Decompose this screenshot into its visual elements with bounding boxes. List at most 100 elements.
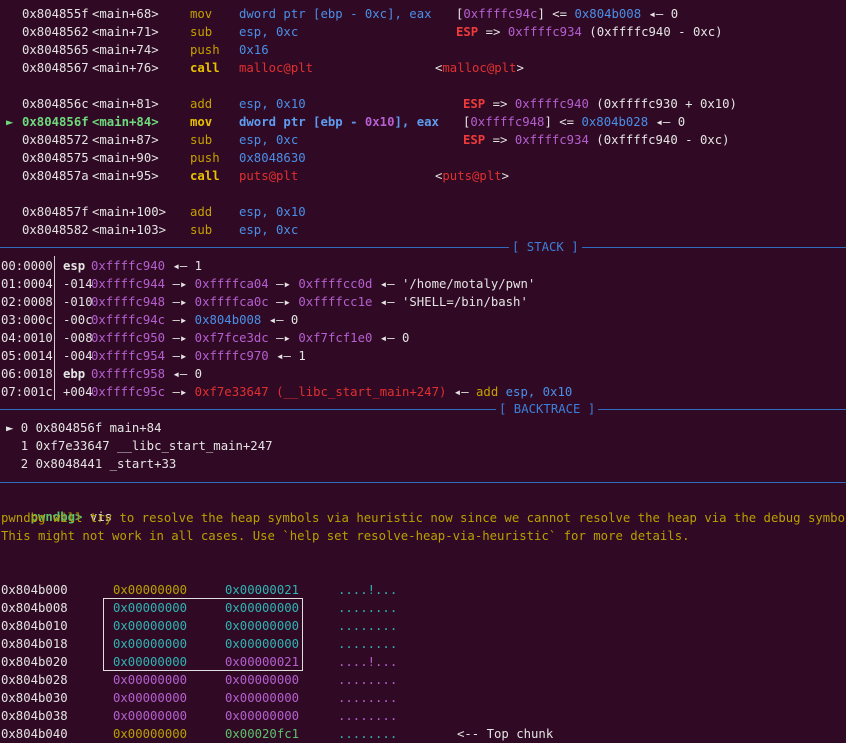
instruction-mnemonic: sub (190, 133, 213, 147)
instruction-comment: ESP => 0xffffc934 (0xffffc940 - 0xc) (463, 131, 730, 149)
stack-row: 07:001c +004 0xffffc95c —▸ 0xf7e33647 (_… (0, 383, 846, 401)
instruction-address: 0x8048575 (22, 151, 89, 165)
stack-chain-segment: ◂— (446, 385, 477, 399)
comment-segment: 0xffffc940 (514, 97, 589, 111)
stack-value: 0xffffc95c —▸ 0xf7e33647 (__libc_start_m… (91, 383, 572, 401)
stack-chain-segment: 0xffffca04 (194, 277, 269, 291)
instruction-symbol: <main+68> (92, 7, 159, 21)
heap-ascii: ....!... (338, 655, 398, 669)
heap-word: 0x00000021 (225, 583, 300, 597)
backtrace-section-title: [ BACKTRACE ] (496, 400, 599, 418)
heap-address: 0x804b040 (1, 727, 68, 741)
stack-chain-segment: 0xffffca0c (194, 295, 269, 309)
heap-address: 0x804b030 (1, 691, 68, 705)
stack-chain-segment: —▸ (165, 295, 195, 309)
instruction-symbol: <main+84> (92, 115, 159, 129)
heap-row: 0x804b000 0x00000000 0x00000021....!... (0, 581, 846, 599)
heap-word: 0x00000000 (225, 691, 300, 705)
instruction-symbol: <main+76> (92, 61, 159, 75)
heap-word: 0x00000000 (113, 637, 188, 651)
heap-word: 0x00000000 (113, 601, 188, 615)
backtrace-frame: 1 0xf7e33647 __libc_start_main+247 (6, 439, 273, 453)
stack-index: 04:0010 (1, 331, 53, 345)
backtrace-end-separator (0, 482, 846, 483)
stack-chain-segment: ◂— 'SHELL=/bin/bash' (372, 295, 528, 309)
comment-segment: (0xffffc940 - 0xc) (581, 25, 723, 39)
heap-ascii: ........ (338, 691, 398, 705)
instruction-symbol: <main+74> (92, 43, 159, 57)
heap-word: 0x00000000 (225, 673, 300, 687)
instruction-operand: dword ptr [ebp - 0x10], eax (239, 115, 439, 129)
comment-segment: => (478, 25, 508, 39)
comment-segment: 0x804b028 (581, 115, 649, 129)
instruction-symbol: <main+103> (92, 223, 167, 237)
stack-row: 06:0018 ebp 0xffffc958 ◂— 0 (0, 365, 846, 383)
instruction-comment: [0xffffc94c] <= 0x804b008 ◂— 0 (456, 5, 678, 23)
stack-value: 0xffffc940 ◂— 1 (91, 257, 202, 275)
disasm-line: 0x8048567 <main+76> call malloc@plt <mal… (0, 59, 846, 77)
stack-index: 07:001c (1, 385, 53, 399)
backtrace-separator (0, 409, 846, 410)
stack-chain-segment: —▸ (165, 313, 195, 327)
instruction-address: 0x8048572 (22, 133, 89, 147)
stack-address: 0xffffc95c (91, 385, 166, 399)
instruction-operand: esp, 0x10 (239, 97, 306, 111)
comment-segment: > (516, 61, 524, 75)
instruction-mnemonic: add (190, 205, 213, 219)
stack-chain-segment: ◂— 0 (165, 367, 203, 381)
comment-segment: ESP (463, 97, 486, 111)
heap-word: 0x00000021 (225, 655, 300, 669)
instruction-comment: <malloc@plt> (435, 59, 524, 77)
heap-word: 0x00000000 (113, 655, 188, 669)
stack-offset: esp (63, 259, 86, 273)
command-line[interactable]: pwndbg> vis (1, 490, 112, 524)
stack-address: 0xffffc954 (91, 349, 166, 363)
stack-chain-segment: ◂— '/home/motaly/pwn' (372, 277, 536, 291)
instruction-operand: 0x16 (239, 43, 269, 57)
stack-section-title: [ STACK ] (509, 238, 582, 256)
disasm-line: 0x804855f <main+68> mov dword ptr [ebp -… (0, 5, 846, 23)
top-chunk-label: <-- Top chunk (457, 727, 554, 741)
heap-word: 0x00000000 (225, 709, 300, 723)
stack-value: 0xffffc958 ◂— 0 (91, 365, 202, 383)
instruction-address: 0x804857f (22, 205, 89, 219)
comment-segment: 0xffffc934 (514, 133, 589, 147)
comment-segment: > (501, 169, 510, 183)
stack-chain-segment: —▸ (268, 277, 299, 291)
stack-row: 04:0010 -008 0xffffc950 —▸ 0xf7fce3dc —▸… (0, 329, 846, 347)
stack-chain-segment: esp, 0x10 (505, 385, 573, 399)
stack-offset: -010 (63, 295, 93, 309)
comment-segment: => (485, 97, 515, 111)
heap-address: 0x804b010 (1, 619, 68, 633)
stack-chain-segment: add (476, 385, 499, 399)
current-instruction-arrow-icon: ► (6, 115, 14, 129)
instruction-symbol: <main+81> (92, 97, 159, 111)
stack-address: 0xffffc958 (91, 367, 166, 381)
heap-address: 0x804b038 (1, 709, 68, 723)
stack-row: 05:0014 -004 0xffffc954 —▸ 0xffffc970 ◂—… (0, 347, 846, 365)
heap-row: 0x804b038 0x00000000 0x00000000........ (0, 707, 846, 725)
warning-line: pwndbg will try to resolve the heap symb… (1, 511, 846, 525)
instruction-operand: esp, 0xc (239, 25, 299, 39)
comment-segment: ESP (463, 133, 486, 147)
backtrace-frame: ► 0 0x804856f main+84 (6, 421, 162, 435)
heap-address: 0x804b018 (1, 637, 68, 651)
heap-ascii: ........ (338, 673, 398, 687)
disasm-line: 0x8048582 <main+103> sub esp, 0xc (0, 221, 846, 239)
stack-chain-segment: ◂— 1 (268, 349, 306, 363)
heap-ascii: ........ (338, 709, 398, 723)
heap-word: 0x00000000 (113, 709, 188, 723)
instruction-operand: esp, 0x10 (239, 205, 306, 219)
instruction-address: 0x804857a (22, 169, 89, 183)
comment-segment: ] <= (537, 7, 575, 21)
heap-ascii: ....!... (338, 583, 398, 597)
stack-chain-segment: ◂— 0 (261, 313, 299, 327)
stack-chain-segment (498, 385, 505, 399)
instruction-mnemonic: mov (190, 7, 213, 21)
stack-index: 05:0014 (1, 349, 53, 363)
stack-index: 00:0000 (1, 259, 53, 273)
comment-segment: 0xffffc94c (463, 7, 538, 21)
heap-word: 0x00000000 (113, 619, 188, 633)
instruction-comment: ESP => 0xffffc934 (0xffffc940 - 0xc) (456, 23, 723, 41)
heap-row: 0x804b020 0x00000000 0x00000021....!... (0, 653, 846, 671)
